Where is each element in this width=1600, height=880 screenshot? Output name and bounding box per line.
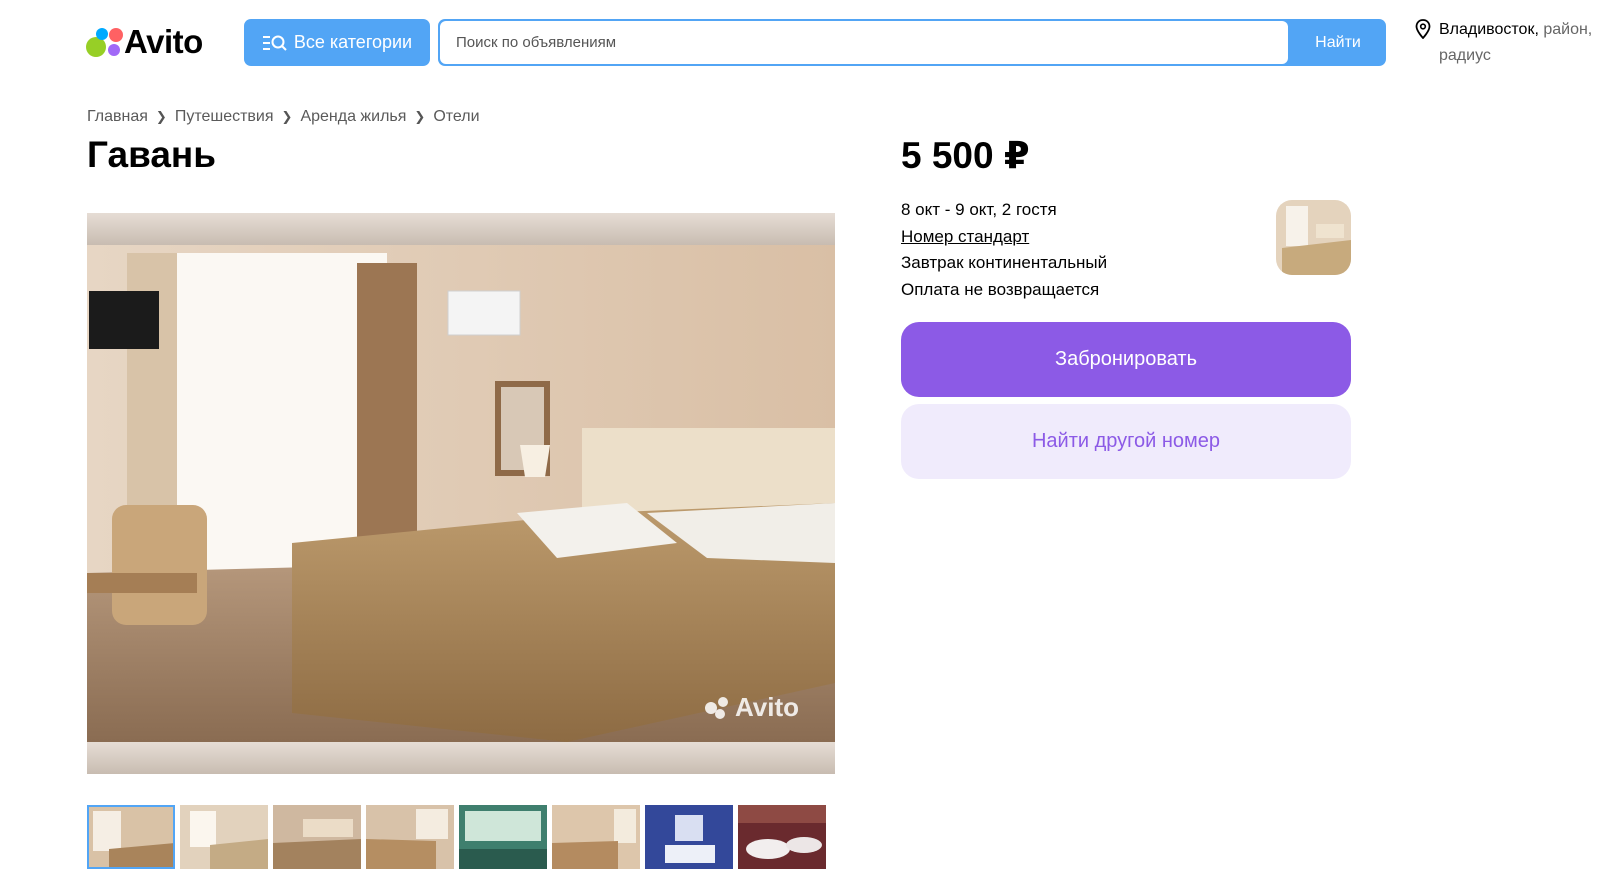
breadcrumb-home[interactable]: Главная (87, 108, 148, 126)
header: Avito Все категории Найти Владивосток, р… (0, 0, 1600, 80)
photo-thumbnail[interactable] (180, 805, 268, 869)
breadcrumb: Главная ❯ Путешествия ❯ Аренда жилья ❯ О… (87, 108, 480, 126)
hotel-room-photo: Avito (87, 213, 835, 774)
room-thumbnail[interactable] (1276, 200, 1351, 275)
avito-watermark: Avito (735, 692, 799, 722)
photo-thumbnail[interactable] (459, 805, 547, 869)
meal-plan: Завтрак континентальный (901, 253, 1108, 272)
photo-thumbnail[interactable] (273, 805, 361, 869)
room-type-link[interactable]: Номер стандарт (901, 224, 1107, 251)
location-pin-icon (1415, 19, 1431, 39)
search-input[interactable] (440, 21, 1288, 64)
page-title: Гавань (87, 134, 216, 175)
breadcrumb-hotels[interactable]: Отели (433, 108, 479, 126)
breadcrumb-rental[interactable]: Аренда жилья (300, 108, 406, 126)
photo-thumbnail[interactable] (552, 805, 640, 869)
booking-details: 8 окт - 9 окт, 2 гостя Номер стандарт За… (901, 197, 1107, 303)
all-categories-label: Все категории (293, 32, 413, 52)
location-city: Владивосток, (1439, 21, 1539, 38)
categories-search-icon (262, 35, 287, 51)
find-other-room-button[interactable]: Найти другой номер (901, 404, 1351, 479)
payment-policy: Оплата не возвращается (901, 279, 1100, 299)
photo-thumbnails (87, 805, 826, 869)
avito-logo[interactable]: Avito (86, 22, 203, 62)
breadcrumb-travel[interactable]: Путешествия (175, 108, 274, 126)
photo-thumbnail[interactable] (645, 805, 733, 869)
photo-thumbnail[interactable] (366, 805, 454, 869)
photo-thumbnail[interactable] (87, 805, 175, 869)
all-categories-button[interactable]: Все категории (244, 19, 430, 66)
chevron-right-icon: ❯ (414, 109, 426, 124)
price: 5 500 ₽ (901, 135, 1030, 176)
chevron-right-icon: ❯ (281, 109, 293, 124)
chevron-right-icon: ❯ (155, 109, 167, 124)
logo-text: Avito (124, 23, 203, 60)
book-button[interactable]: Забронировать (901, 322, 1351, 397)
search-bar: Найти (438, 19, 1386, 66)
search-button[interactable]: Найти (1290, 19, 1386, 66)
avito-logo-icon (86, 24, 123, 60)
location-selector[interactable]: Владивосток, район, радиус (1415, 17, 1600, 69)
photo-thumbnail[interactable] (738, 805, 826, 869)
dates-guests: 8 окт - 9 окт, 2 гостя (901, 200, 1057, 219)
main-photo[interactable]: Avito (87, 213, 835, 774)
